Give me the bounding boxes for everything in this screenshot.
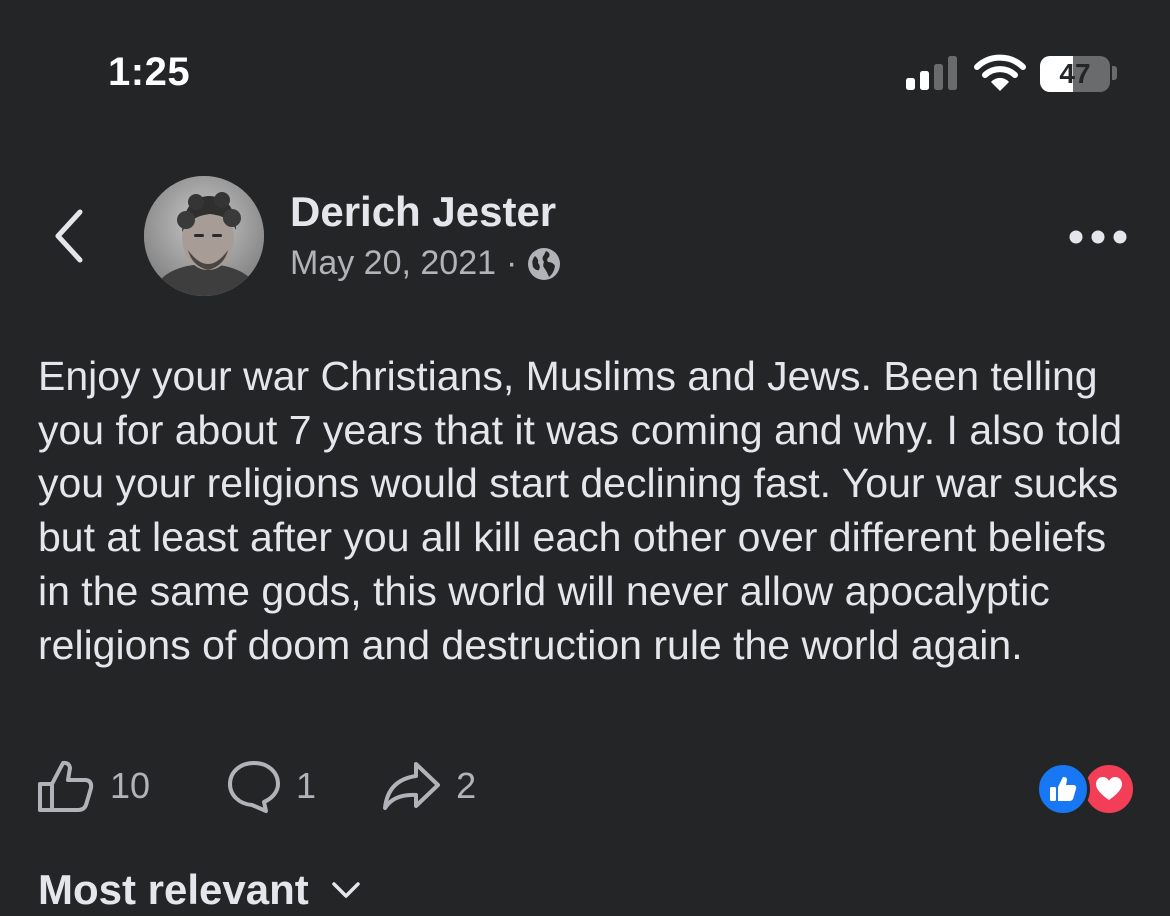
- battery-indicator: 47: [1040, 56, 1110, 92]
- post-actions: 10 1 2: [36, 756, 476, 816]
- back-button[interactable]: [44, 204, 100, 268]
- meta-separator: ·: [506, 244, 518, 282]
- comment-count: 1: [296, 765, 317, 806]
- cellular-signal-icon: [906, 56, 957, 90]
- comment-sort-dropdown[interactable]: Most relevant: [38, 866, 361, 914]
- chevron-down-icon: [332, 882, 360, 898]
- love-reaction-icon: [1082, 762, 1136, 816]
- like-button[interactable]: 10: [36, 758, 150, 814]
- comment-button[interactable]: 1: [226, 758, 316, 814]
- more-options-button[interactable]: [1068, 226, 1128, 248]
- wifi-icon: [974, 54, 1026, 91]
- profile-photo: [144, 176, 264, 296]
- post-date[interactable]: May 20, 2021: [290, 244, 496, 283]
- avatar[interactable]: [144, 176, 264, 296]
- share-count: 2: [456, 765, 477, 806]
- post-meta: May 20, 2021 ·: [290, 244, 561, 283]
- battery-percent: 47: [1059, 58, 1091, 89]
- thumbs-up-icon: [38, 760, 94, 812]
- status-time: 1:25: [108, 50, 191, 94]
- like-reaction-icon: [1036, 762, 1090, 816]
- battery-tip: [1112, 66, 1117, 80]
- share-arrow-icon: [383, 762, 441, 810]
- share-button[interactable]: 2: [380, 758, 476, 814]
- sort-label: Most relevant: [38, 866, 309, 913]
- like-count: 10: [110, 765, 151, 806]
- author-name[interactable]: Derich Jester: [290, 188, 556, 236]
- post-text: Enjoy your war Christians, Muslims and J…: [38, 353, 1123, 668]
- globe-icon: [528, 247, 561, 280]
- comment-bubble-icon: [228, 761, 281, 813]
- reaction-summary[interactable]: [1036, 762, 1140, 816]
